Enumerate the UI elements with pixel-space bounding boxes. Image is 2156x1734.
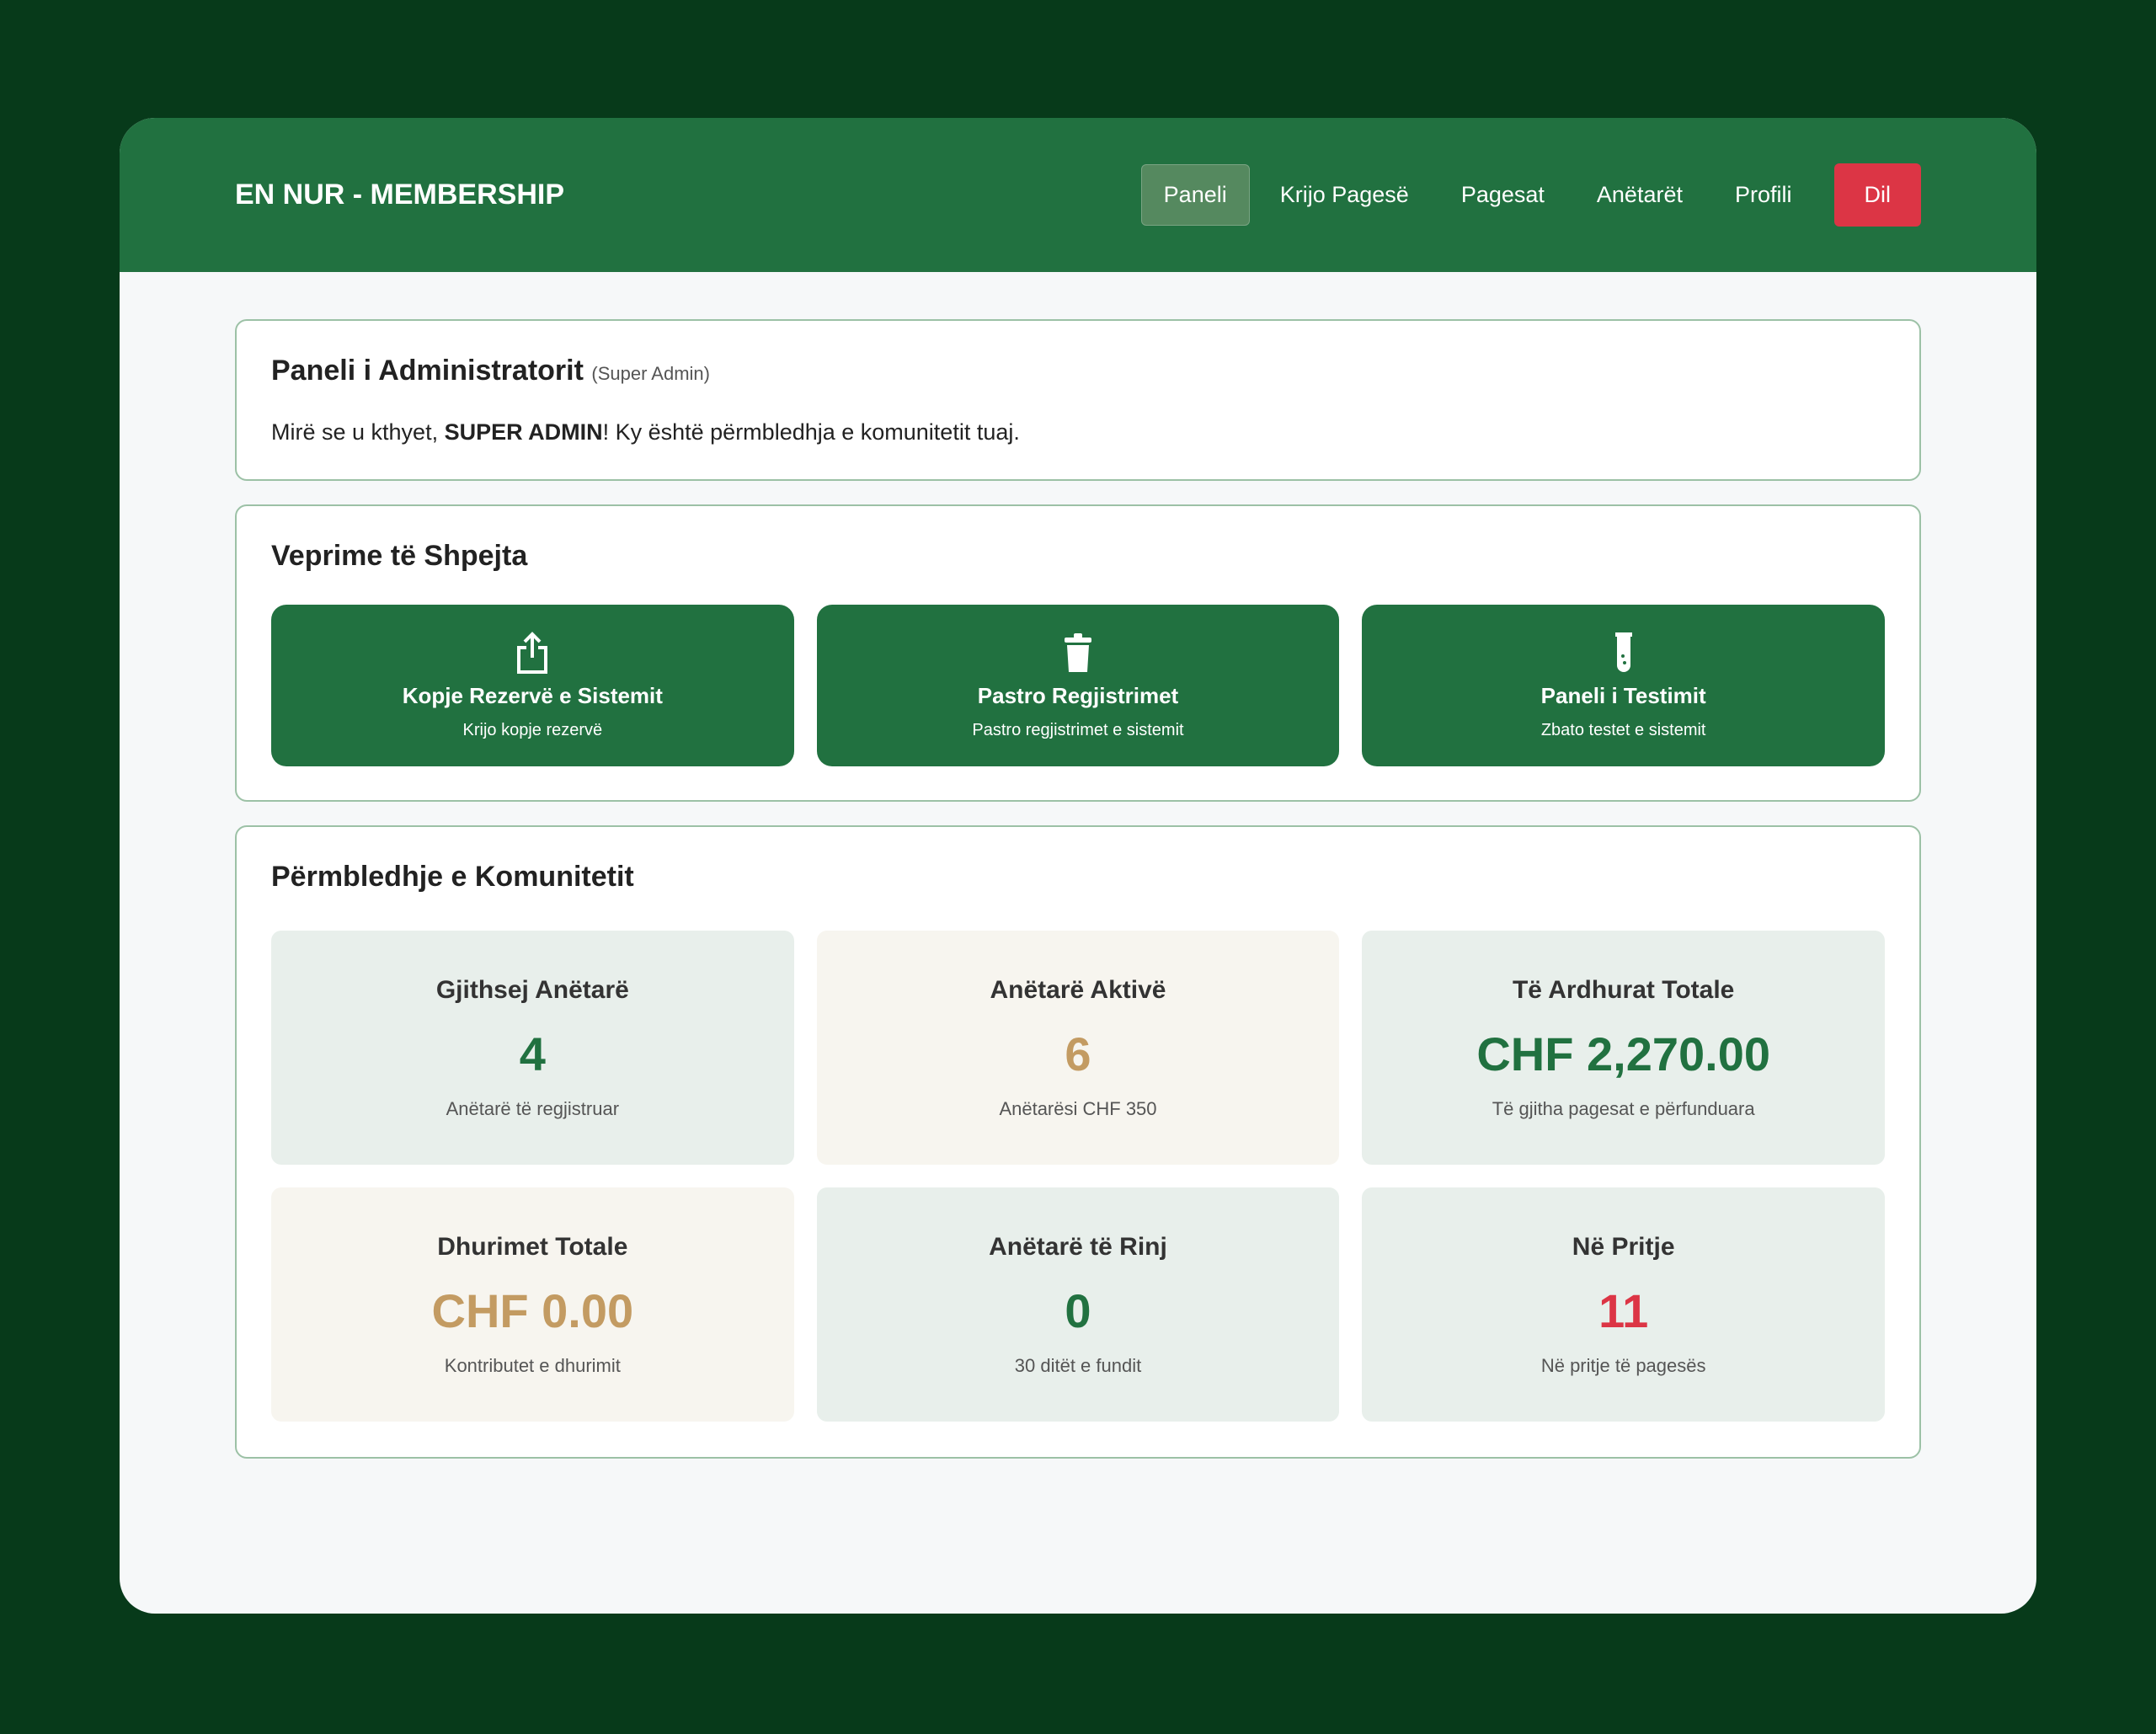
stat-card: Të Ardhurat Totale CHF 2,270.00 Të gjitha …	[1362, 931, 1885, 1165]
action-title: Pastro Regjistrimet	[977, 683, 1179, 708]
action-subtitle: Krijo kopje rezervë	[462, 721, 603, 739]
user-name: SUPER ADMIN	[444, 419, 603, 445]
stat-description: Kontributet e dhurimit	[444, 1354, 621, 1376]
share-upload-icon	[517, 632, 548, 674]
stat-description: 30 ditët e fundit	[1014, 1354, 1142, 1376]
stat-label: Dhurimet Totale	[437, 1232, 628, 1261]
nav-pagesat[interactable]: Pagesat	[1439, 165, 1566, 225]
role-badge: (Super Admin)	[591, 363, 710, 384]
stat-card: Dhurimet Totale CHF 0.00 Kontributet e dhu…	[271, 1187, 794, 1422]
clear-logs-button[interactable]: Pastro Regjistrimet Pastro regjistrimet …	[816, 605, 1340, 766]
section-title: Përmbledhje e Komunitetit	[271, 861, 634, 893]
welcome-post: ! Ky është përmbledhja e komunitetit tua…	[602, 419, 1020, 445]
action-subtitle: Pastro regjistrimet e sistemit	[972, 721, 1184, 739]
community-summary-card: Përmbledhje e Komunitetit Gjithsej Anëta…	[235, 825, 1921, 1459]
testing-panel-button[interactable]: Paneli i Testimit Zbato testet e sistemi…	[1362, 605, 1885, 766]
nav-paneli[interactable]: Paneli	[1140, 164, 1250, 226]
stat-card: Anëtarë të Rinj 0 30 ditët e fundit	[816, 1187, 1340, 1422]
nav-profili[interactable]: Profili	[1713, 165, 1814, 225]
stat-description: Anëtarë të regjistruar	[446, 1097, 620, 1119]
backup-button[interactable]: Kopje Rezervë e Sistemit Krijo kopje rez…	[271, 605, 794, 766]
action-subtitle: Zbato testet e sistemit	[1540, 721, 1706, 739]
stat-description: Të gjitha pagesat e përfunduara	[1492, 1097, 1755, 1119]
welcome-text: Mirë se u kthyet, SUPER ADMIN! Ky është …	[271, 419, 1885, 446]
stat-value: 4	[519, 1027, 546, 1080]
quick-actions-card: Veprime të Shpejta Kopje Rezervë e Siste…	[235, 504, 1921, 802]
brand[interactable]: EN NUR - MEMBERSHIP	[235, 179, 1141, 211]
page-title: Paneli i Administratorit (Super Admin)	[271, 355, 1885, 387]
welcome-card: Paneli i Administratorit (Super Admin) M…	[235, 319, 1921, 481]
stat-description: Anëtarësi CHF 350	[999, 1097, 1157, 1119]
action-title: Paneli i Testimit	[1540, 683, 1706, 708]
stat-value: CHF 2,270.00	[1476, 1027, 1770, 1080]
stat-value: 6	[1065, 1027, 1091, 1080]
stat-label: Në Pritje	[1572, 1232, 1675, 1261]
nav-krijo-pagese[interactable]: Krijo Pagesë	[1258, 165, 1431, 225]
stat-card: Anëtarë Aktivë 6 Anëtarësi CHF 350	[816, 931, 1340, 1165]
stat-label: Të Ardhurat Totale	[1512, 975, 1735, 1004]
title-text: Paneli i Administratorit	[271, 355, 584, 387]
stat-card: Gjithsej Anëtarë 4 Anëtarë të regjistruar	[271, 931, 794, 1165]
stat-value: 11	[1598, 1283, 1649, 1337]
welcome-pre: Mirë se u kthyet,	[271, 419, 445, 445]
main-nav: Paneli Krijo Pagesë Pagesat Anëtarët Pro…	[1140, 163, 1921, 227]
stat-description: Në pritje të pagesës	[1540, 1354, 1706, 1376]
stat-value: 0	[1065, 1283, 1091, 1337]
stat-label: Gjithsej Anëtarë	[435, 975, 629, 1004]
section-title: Veprime të Shpejta	[271, 540, 528, 572]
test-tube-icon	[1614, 632, 1632, 672]
app-window: EN NUR - MEMBERSHIP Paneli Krijo Pagesë …	[120, 118, 2036, 1614]
nav-anetaret[interactable]: Anëtarët	[1575, 165, 1705, 225]
stat-label: Anëtarë të Rinj	[989, 1232, 1167, 1261]
trash-icon	[1064, 633, 1091, 672]
navbar: EN NUR - MEMBERSHIP Paneli Krijo Pagesë …	[120, 118, 2036, 272]
stat-card: Në Pritje 11 Në pritje të pagesës	[1362, 1187, 1885, 1422]
logout-button[interactable]: Dil	[1833, 163, 1921, 227]
stat-value: CHF 0.00	[431, 1283, 634, 1337]
stat-label: Anëtarë Aktivë	[990, 975, 1166, 1004]
action-title: Kopje Rezervë e Sistemit	[402, 683, 663, 708]
